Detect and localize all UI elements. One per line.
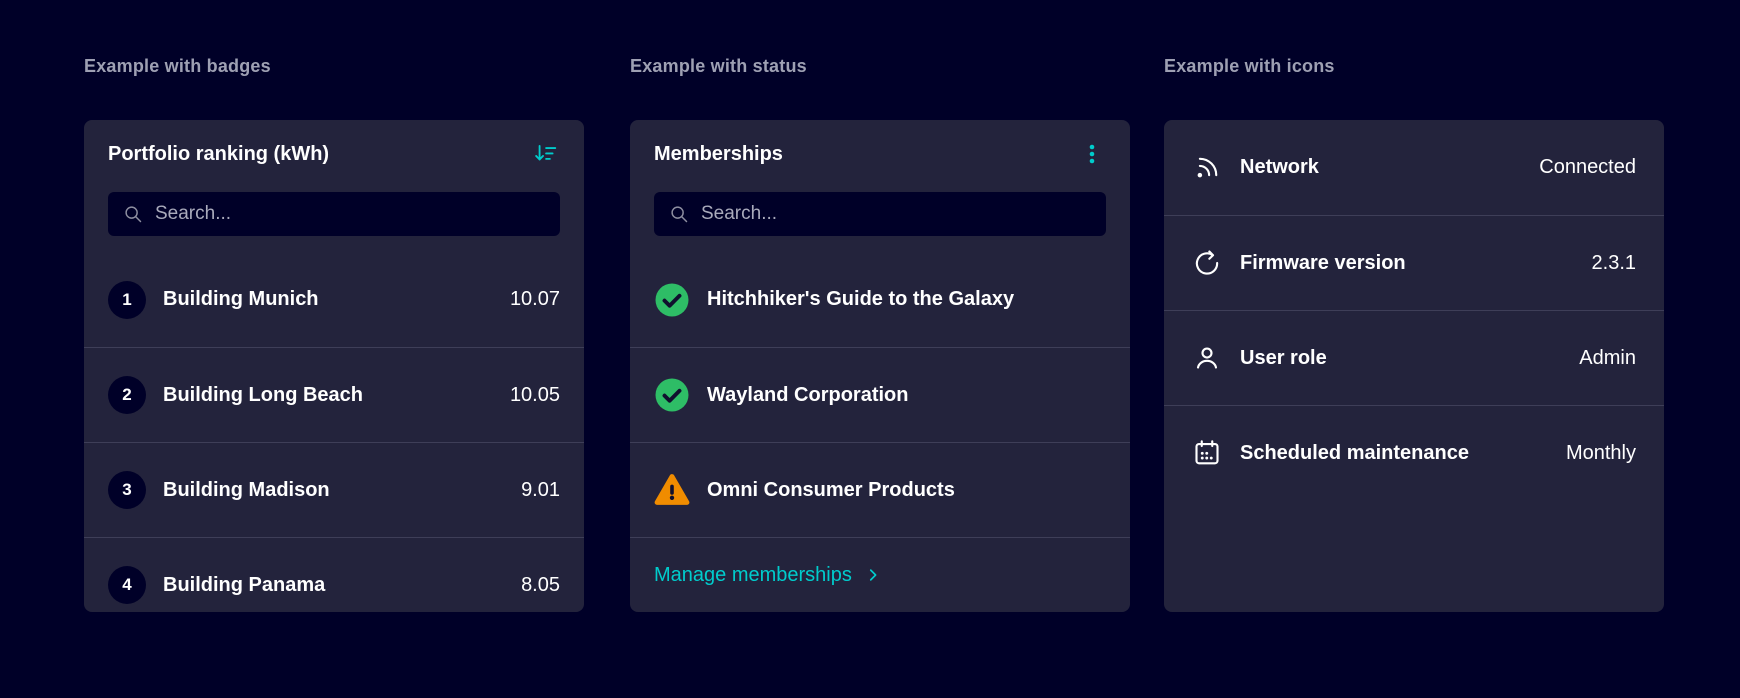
portfolio-ranking-card: Portfolio ranking (kWh) 1 B	[84, 120, 584, 612]
search-icon	[668, 203, 690, 225]
search-input[interactable]	[701, 203, 1092, 225]
info-value: Connected	[1539, 156, 1636, 178]
list-item[interactable]: Omni Consumer Products	[630, 442, 1130, 537]
status-success-icon	[654, 282, 690, 318]
building-name: Building Panama	[163, 573, 326, 596]
section-example-icons: Example with icons Network Connected Fir…	[1164, 0, 1664, 698]
building-name: Building Long Beach	[163, 383, 363, 406]
card-title: Portfolio ranking (kWh)	[108, 142, 330, 165]
card-header: Memberships	[630, 120, 1130, 180]
calendar-icon	[1192, 438, 1222, 468]
membership-name: Hitchhiker's Guide to the Galaxy	[707, 288, 1015, 310]
table-row[interactable]: 3 Building Madison 9.01	[84, 442, 584, 537]
rank-badge: 3	[108, 471, 146, 509]
info-value: Monthly	[1565, 441, 1636, 464]
rank-badge: 4	[108, 566, 146, 604]
sort-descending-icon	[532, 141, 558, 167]
rank-badge: 1	[108, 280, 146, 319]
ranking-list: 1 Building Munich 10.07 2 Building Long …	[84, 252, 584, 612]
table-row[interactable]: 1 Building Munich 10.07	[84, 252, 584, 347]
kebab-menu-icon	[1080, 142, 1104, 166]
table-row[interactable]: 2 Building Long Beach 10.05	[84, 347, 584, 442]
list-item: Network Connected	[1164, 120, 1664, 215]
table-row[interactable]: 4 Building Panama 8.05	[84, 537, 584, 612]
building-value: 9.01	[521, 478, 560, 501]
user-icon	[1192, 343, 1222, 373]
network-icon	[1192, 153, 1222, 183]
search-box	[654, 192, 1106, 236]
info-label: Scheduled maintenance	[1240, 441, 1469, 464]
membership-name: Wayland Corporation	[707, 383, 909, 406]
section-example-status: Example with status Memberships Search..…	[630, 0, 1130, 698]
info-value: Admin	[1579, 346, 1636, 369]
search-input[interactable]	[155, 203, 546, 225]
rank-badge: 2	[108, 376, 146, 414]
manage-memberships-label: Manage memberships	[654, 563, 852, 586]
device-info-list: Network Connected Firmware version 2.3.1	[1164, 120, 1664, 500]
card-header: Portfolio ranking (kWh)	[84, 120, 584, 180]
kebab-menu-button[interactable]	[1078, 140, 1106, 168]
building-name: Building Madison	[163, 478, 330, 501]
card-title: Memberships	[654, 142, 783, 165]
refresh-icon	[1192, 248, 1222, 278]
list-item: Scheduled maintenance Monthly	[1164, 405, 1664, 500]
membership-list: Hitchhiker's Guide to the Galaxy Wayland…	[630, 252, 1130, 537]
info-value: 2.3.1	[1591, 251, 1636, 274]
section-label: Example with icons	[1164, 56, 1335, 76]
info-label: User role	[1240, 346, 1327, 369]
membership-name: Omni Consumer Products	[707, 478, 955, 501]
card-footer: Manage memberships	[630, 537, 1130, 612]
list-item: Firmware version 2.3.1	[1164, 215, 1664, 310]
sort-button[interactable]	[530, 139, 560, 169]
list-item[interactable]: Wayland Corporation	[630, 347, 1130, 442]
status-warning-icon	[654, 472, 690, 508]
section-example-badges: Example with badges Portfolio ranking (k…	[84, 0, 584, 698]
chevron-right-icon	[864, 566, 882, 584]
info-label: Network	[1240, 156, 1319, 178]
search-box	[108, 192, 560, 236]
memberships-card: Memberships Search... Hitchhiker's Guide…	[630, 120, 1130, 612]
search-icon	[122, 203, 144, 225]
building-value: 10.05	[509, 383, 560, 406]
building-value: 8.05	[521, 573, 560, 596]
building-value: 10.07	[509, 288, 560, 310]
section-label: Example with badges	[84, 56, 271, 76]
status-success-icon	[654, 377, 690, 413]
info-label: Firmware version	[1240, 251, 1406, 274]
manage-memberships-link[interactable]: Manage memberships	[654, 564, 882, 587]
list-item: User role Admin	[1164, 310, 1664, 405]
building-name: Building Munich	[163, 288, 319, 310]
device-info-card: Network Connected Firmware version 2.3.1	[1164, 120, 1664, 612]
list-item[interactable]: Hitchhiker's Guide to the Galaxy	[630, 252, 1130, 347]
section-label: Example with status	[630, 56, 807, 76]
